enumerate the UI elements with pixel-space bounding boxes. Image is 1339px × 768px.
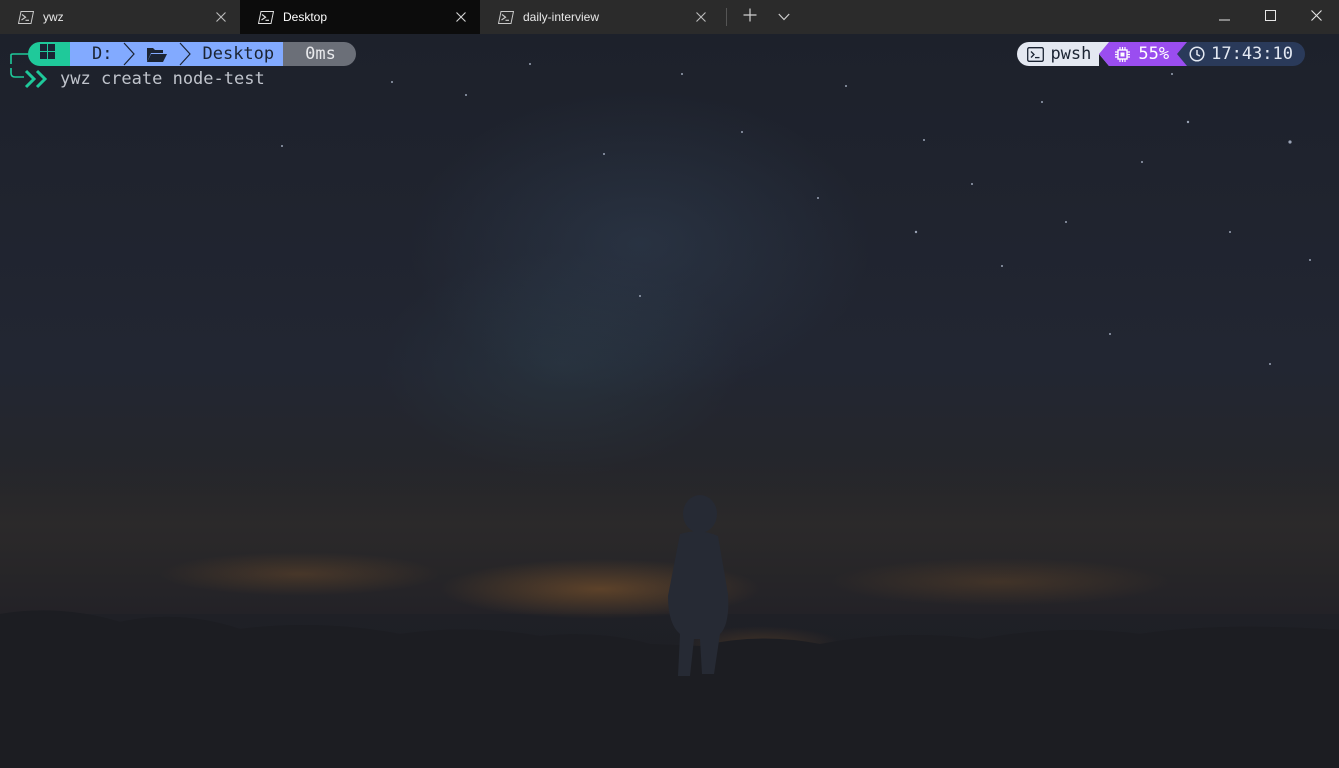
tab-ywz[interactable]: ywz	[0, 0, 240, 34]
terminal-icon	[1027, 46, 1045, 62]
maximize-button[interactable]	[1247, 0, 1293, 34]
background-scene	[0, 63, 1339, 768]
tab-desktop[interactable]: Desktop	[240, 0, 480, 34]
tab-bar: ywz Desktop daily-interview	[0, 0, 1339, 34]
city-glow	[830, 558, 1170, 606]
minimize-icon	[1218, 8, 1230, 26]
terminal-content[interactable]: D: Desktop 0ms pwsh 55% 17:43:10 ywz cre…	[0, 34, 1339, 768]
duration-label: 0ms	[305, 44, 336, 64]
time-label: 17:43:10	[1211, 44, 1293, 64]
minimize-button[interactable]	[1201, 0, 1247, 34]
close-icon[interactable]	[210, 6, 232, 28]
tab-dropdown-button[interactable]	[767, 0, 801, 34]
segment-arrow	[1099, 42, 1110, 66]
path-separator	[180, 42, 192, 66]
os-segment	[28, 42, 71, 66]
clock-icon	[1189, 46, 1205, 62]
tab-label: Desktop	[283, 10, 328, 24]
close-icon	[1310, 8, 1322, 26]
cpu-segment: 55%	[1109, 42, 1178, 66]
close-window-button[interactable]	[1293, 0, 1339, 34]
prompt-connector	[10, 53, 28, 64]
tab-divider	[726, 8, 727, 26]
stars	[281, 63, 1311, 365]
windows-icon	[40, 44, 55, 64]
close-icon[interactable]	[690, 6, 712, 28]
command-text: ywz create node-test	[60, 69, 265, 89]
powershell-icon	[258, 10, 274, 24]
prompt-chevrons-icon	[10, 68, 48, 89]
segment-arrow	[1177, 42, 1188, 66]
maximize-icon	[1264, 8, 1276, 26]
cpu-label: 55%	[1138, 44, 1170, 64]
tab-bar-drag-area[interactable]	[801, 0, 1201, 34]
close-icon[interactable]	[450, 6, 472, 28]
shell-segment: pwsh	[1017, 42, 1100, 66]
shell-label: pwsh	[1050, 44, 1092, 64]
folder-open-icon	[146, 46, 168, 63]
terminal-window: ywz Desktop daily-interview D: Desktop 0…	[0, 0, 1339, 768]
path-segment: D: Desktop	[70, 42, 285, 66]
path-separator	[124, 42, 136, 66]
command-line[interactable]: ywz create node-test	[10, 68, 265, 90]
tab-daily-interview[interactable]: daily-interview	[480, 0, 720, 34]
foreground-rocks	[0, 610, 1339, 768]
powershell-icon	[18, 10, 34, 24]
duration-segment: 0ms	[283, 42, 356, 66]
cpu-icon	[1115, 46, 1131, 62]
prompt-right: pwsh 55% 17:43:10	[1017, 42, 1305, 66]
plus-icon	[743, 8, 757, 27]
powershell-icon	[498, 10, 514, 24]
time-segment: 17:43:10	[1187, 42, 1305, 66]
folder-label: Desktop	[202, 44, 275, 64]
prompt-left: D: Desktop 0ms	[10, 42, 356, 66]
chevron-down-icon	[778, 8, 790, 26]
drive-label: D:	[92, 44, 113, 64]
tab-label: ywz	[43, 10, 64, 24]
new-tab-button[interactable]	[733, 0, 767, 34]
city-glow	[160, 552, 440, 596]
tab-label: daily-interview	[523, 10, 600, 24]
